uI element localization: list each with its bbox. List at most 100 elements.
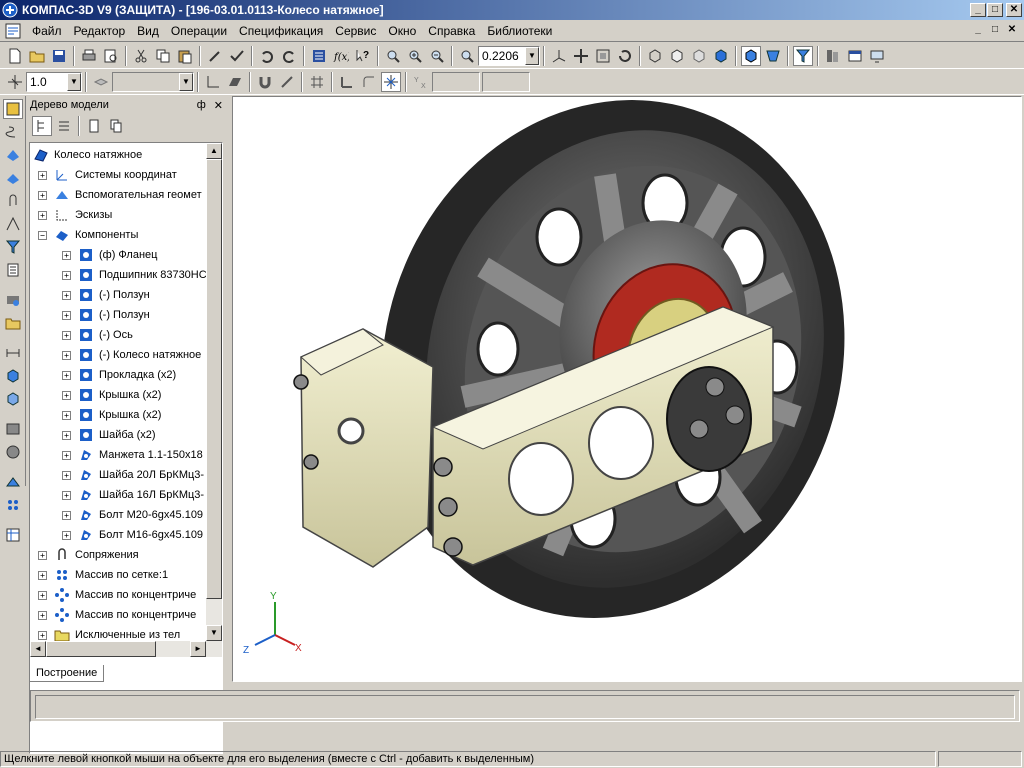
expand-toggle[interactable]: + (62, 390, 71, 400)
tree-close-button[interactable]: ✕ (214, 99, 223, 112)
menu-operations[interactable]: Операции (165, 24, 233, 38)
coord-x-input[interactable] (432, 71, 480, 92)
spec-button[interactable] (3, 260, 23, 280)
pattern-button[interactable] (3, 495, 23, 515)
tree-props-button[interactable] (84, 116, 104, 136)
round-button[interactable] (359, 72, 379, 92)
tree-node[interactable]: + (-) Ползун (62, 285, 150, 305)
tree-node[interactable]: − Компоненты (38, 225, 138, 245)
scroll-up-button[interactable]: ▲ (206, 143, 222, 159)
tree-node[interactable]: + Прокладка (x2) (62, 365, 176, 385)
collapse-toggle[interactable]: − (38, 230, 47, 240)
tree-node[interactable]: + Подшипник 83730НС (62, 265, 207, 285)
menu-file[interactable]: Файл (26, 24, 68, 38)
expand-toggle[interactable]: + (62, 270, 71, 280)
sketch-tool-button[interactable] (3, 214, 23, 234)
scroll-left-button[interactable]: ◄ (30, 641, 46, 657)
measure-button[interactable] (3, 290, 23, 310)
tree-node[interactable]: + Шайба 20Л БрКМц3- (62, 465, 204, 485)
properties-button[interactable] (205, 46, 225, 66)
expand-toggle[interactable]: + (62, 290, 71, 300)
expand-toggle[interactable]: + (38, 190, 47, 200)
check-button[interactable] (227, 46, 247, 66)
hidden-lines-button[interactable] (667, 46, 687, 66)
model-viewport[interactable]: Y X Z (232, 96, 1022, 682)
menu-libraries[interactable]: Библиотеки (481, 24, 558, 38)
snap-button[interactable] (277, 72, 297, 92)
edit-assembly-button[interactable] (3, 168, 23, 188)
expand-toggle[interactable]: + (38, 550, 47, 560)
coord-y-input[interactable] (482, 71, 530, 92)
tree-node[interactable]: + Шайба 16Л БрКМц3- (62, 485, 204, 505)
tree-root[interactable]: Колесо натяжное (32, 145, 142, 165)
expand-toggle[interactable]: + (38, 610, 47, 620)
hscroll-thumb[interactable] (46, 641, 156, 657)
library-button[interactable] (3, 313, 23, 333)
tree-node[interactable]: + Болт М20-6gx45.109 (62, 505, 203, 525)
tree-node[interactable]: + Крышка (x2) (62, 385, 161, 405)
filter-tool-button[interactable] (3, 237, 23, 257)
expand-toggle[interactable]: + (62, 510, 71, 520)
curves-button[interactable] (3, 122, 23, 142)
link-button[interactable] (255, 72, 275, 92)
open-button[interactable] (27, 46, 47, 66)
perspective-button[interactable] (763, 46, 783, 66)
menu-view[interactable]: Вид (131, 24, 165, 38)
ortho-button[interactable] (337, 72, 357, 92)
tree-node[interactable]: + Эскизы (38, 205, 112, 225)
properties-panel-button[interactable] (845, 46, 865, 66)
copy-button[interactable] (153, 46, 173, 66)
tab-build[interactable]: Построение (29, 665, 105, 682)
expand-toggle[interactable]: + (62, 370, 71, 380)
menu-service[interactable]: Сервис (329, 24, 382, 38)
menu-window[interactable]: Окно (382, 24, 422, 38)
zoom-window-button[interactable] (383, 46, 403, 66)
maximize-button[interactable]: □ (987, 3, 1003, 17)
zoom-out-button[interactable] (427, 46, 447, 66)
tree-node[interactable]: + Сопряжения (38, 545, 139, 565)
sheet-button[interactable] (3, 472, 23, 492)
menu-help[interactable]: Справка (422, 24, 481, 38)
expand-toggle[interactable]: + (62, 470, 71, 480)
tree-node[interactable]: + Манжета 1.1-150x18 (62, 445, 203, 465)
expand-toggle[interactable]: + (62, 250, 71, 260)
tree-node[interactable]: + Крышка (x2) (62, 405, 161, 425)
tree-node[interactable]: + (ф) Фланец (62, 245, 157, 265)
pan-button[interactable] (571, 46, 591, 66)
monitor-button[interactable] (867, 46, 887, 66)
tree-node[interactable]: + Болт М16-6gx45.109 (62, 525, 203, 545)
tree-structure-button[interactable] (32, 116, 52, 136)
menu-specification[interactable]: Спецификация (233, 24, 329, 38)
step-dropdown-arrow[interactable]: ▼ (67, 72, 81, 91)
coord-button[interactable]: YX (411, 72, 431, 92)
zoom-in-button[interactable] (405, 46, 425, 66)
doc-close-button[interactable]: ✕ (1004, 24, 1020, 38)
expand-toggle[interactable]: + (62, 450, 71, 460)
surfaces-button[interactable] (3, 145, 23, 165)
solid-button[interactable] (3, 366, 23, 386)
tree-node[interactable]: + (-) Ось (62, 325, 133, 345)
new-document-button[interactable] (5, 46, 25, 66)
expand-toggle[interactable]: + (62, 350, 71, 360)
redo-button[interactable] (279, 46, 299, 66)
expand-toggle[interactable]: + (62, 430, 71, 440)
shaded-button[interactable] (711, 46, 731, 66)
tree-horizontal-scrollbar[interactable]: ◄ ► (30, 641, 222, 657)
step-input[interactable]: 1.0 ▼ (26, 71, 82, 92)
step-icon-button[interactable] (5, 72, 25, 92)
thin-lines-button[interactable] (689, 46, 709, 66)
expand-toggle[interactable]: + (62, 490, 71, 500)
variables-button[interactable]: f(x) (331, 46, 351, 66)
mates-button[interactable] (3, 191, 23, 211)
tree-button[interactable] (309, 46, 329, 66)
doc-minimize-button[interactable]: _ (970, 24, 986, 38)
close-button[interactable]: ✕ (1006, 3, 1022, 17)
variables-tool-button[interactable] (3, 525, 23, 545)
orientation-button[interactable] (549, 46, 569, 66)
tree-node[interactable]: + (-) Ползун (62, 305, 150, 325)
expand-toggle[interactable]: + (38, 630, 47, 640)
tree-vertical-scrollbar[interactable]: ▲ ▼ (206, 143, 222, 641)
expand-toggle[interactable]: + (38, 590, 47, 600)
tree-node[interactable]: + Вспомогательная геомет (38, 185, 202, 205)
tree-node[interactable]: + Шайба (x2) (62, 425, 156, 445)
